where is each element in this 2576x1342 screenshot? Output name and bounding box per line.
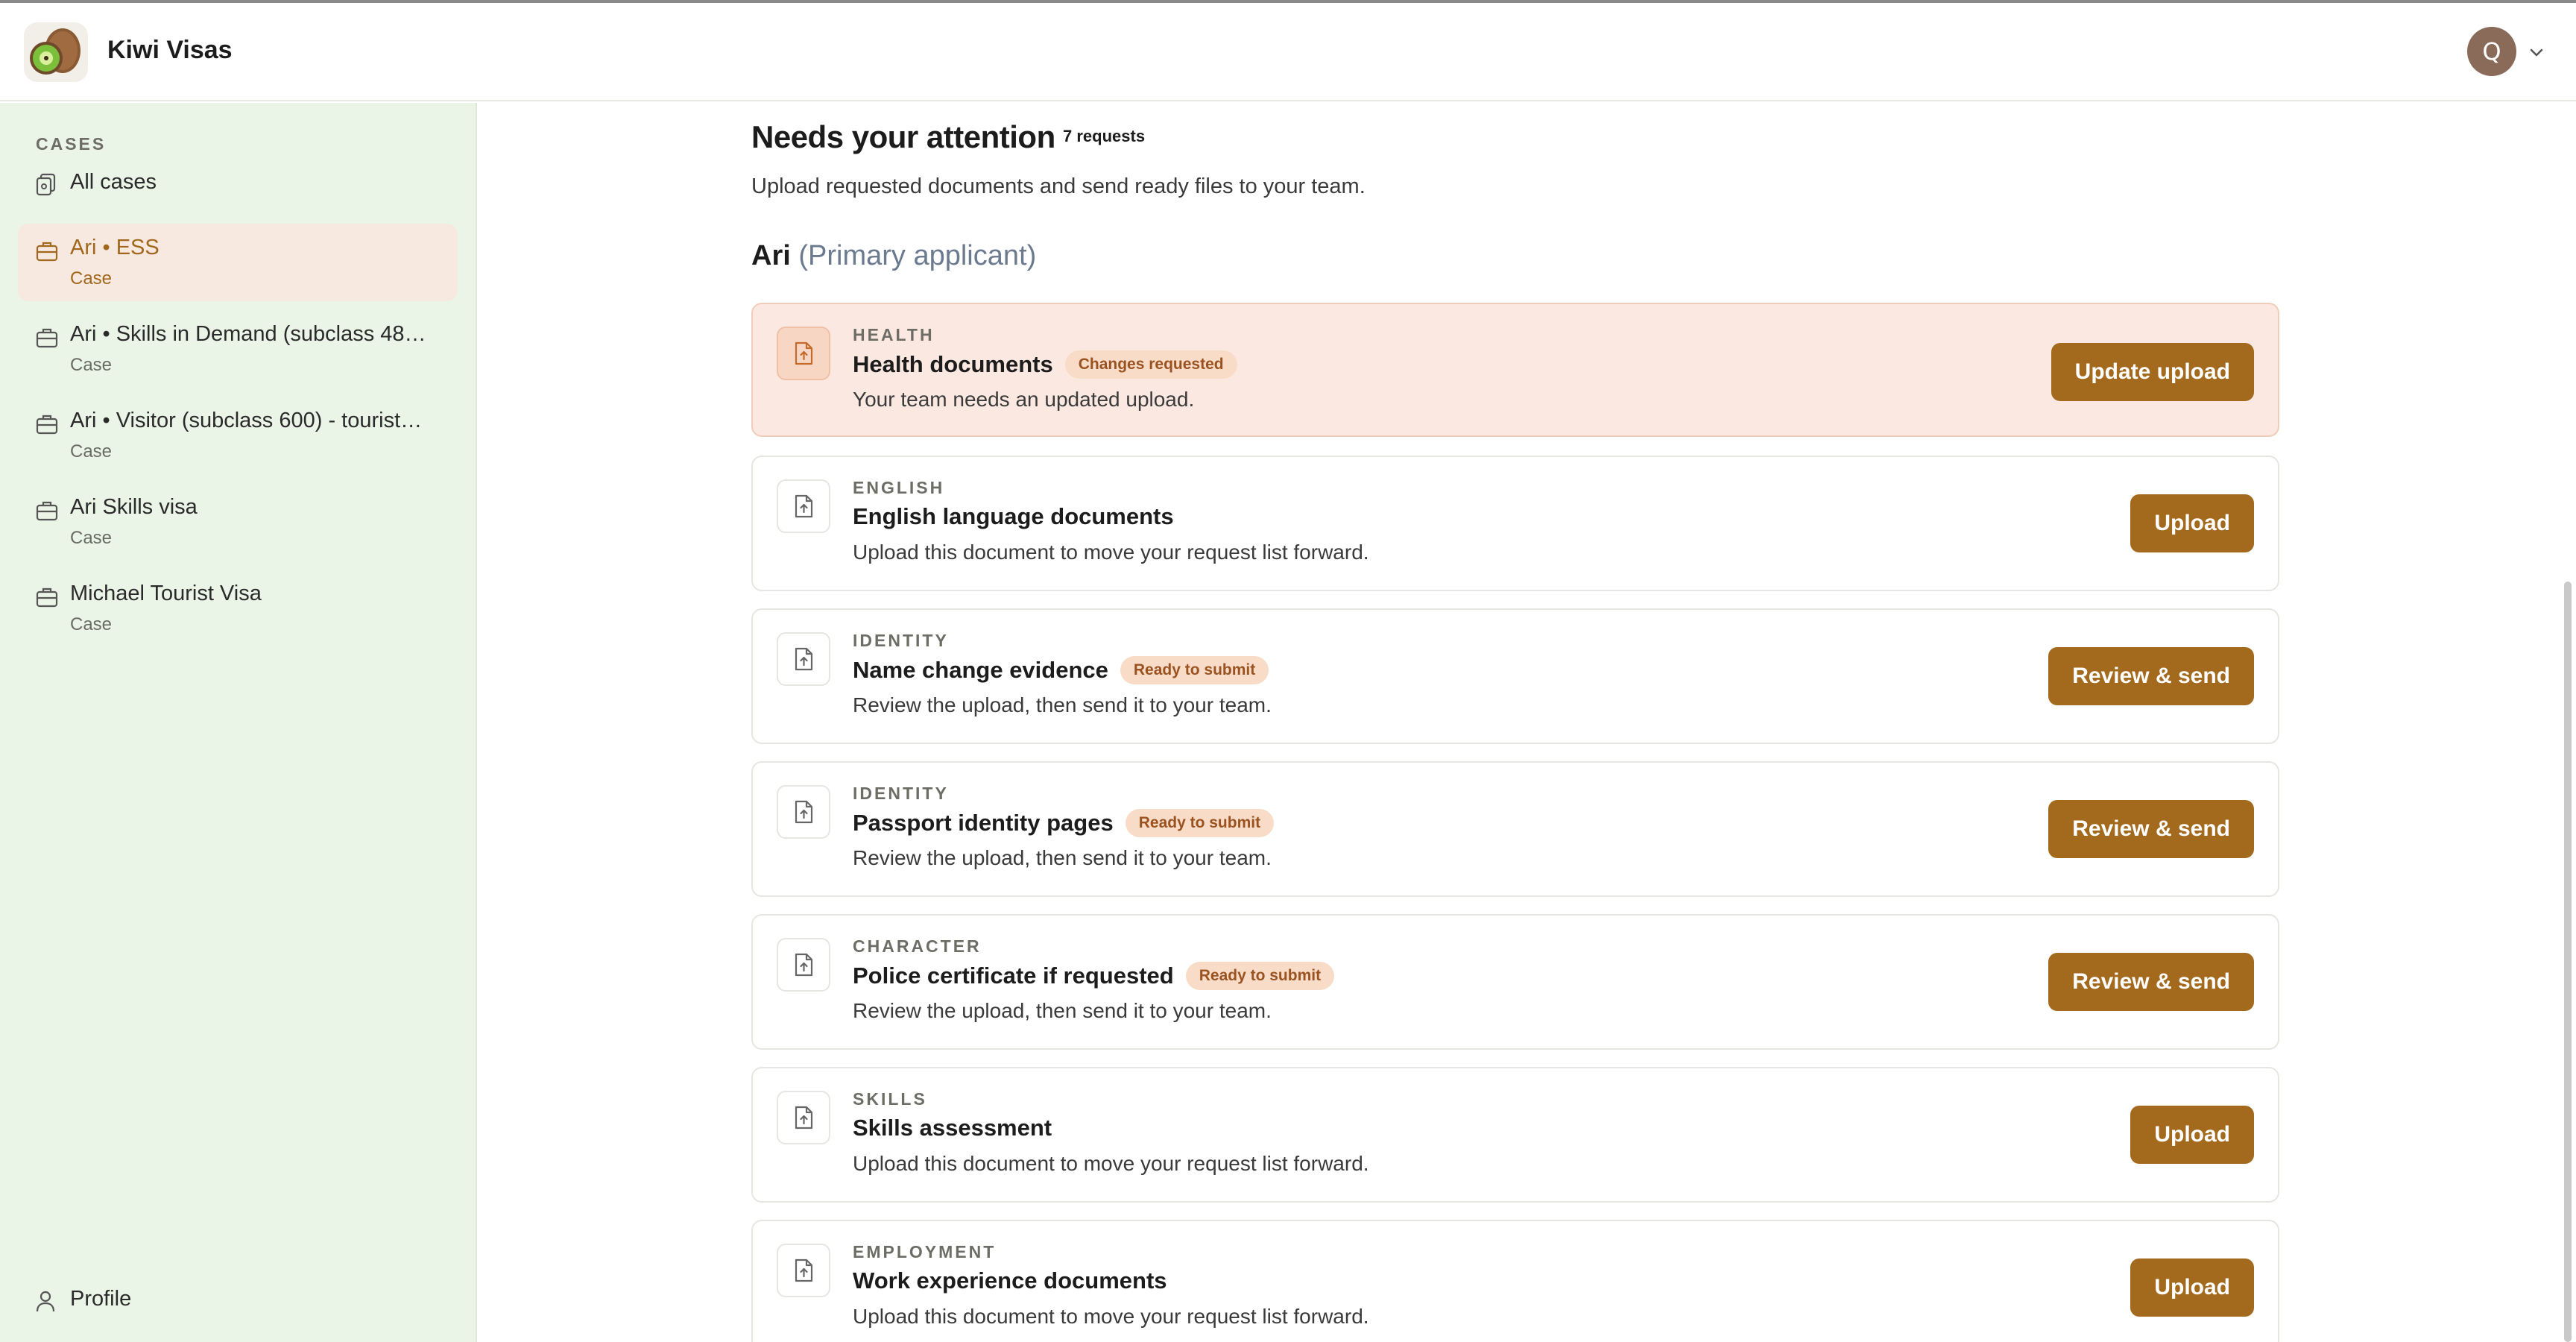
applicant-heading: Ari (Primary applicant)	[751, 240, 1036, 272]
request-card: ENGLISH English language documents Upload …	[751, 456, 2279, 591]
sidebar-item-label: Ari • Visitor (subclass 600) - tourist…	[70, 409, 423, 432]
sidebar-item-sub: Case	[70, 528, 113, 548]
request-title: Health documents Changes requested	[853, 350, 1237, 379]
request-category: HEALTH	[853, 325, 935, 344]
request-title-text: English language documents	[853, 503, 1174, 529]
request-title: Police certificate if requested Ready to …	[853, 962, 1335, 990]
request-description: Your team needs an updated upload.	[853, 388, 1195, 411]
request-category: IDENTITY	[853, 631, 949, 650]
page-title: Needs your attention	[751, 119, 1055, 154]
chevron-down-icon[interactable]	[2525, 42, 2548, 64]
request-description: Upload this document to move your reques…	[853, 541, 1369, 564]
user-icon	[36, 1291, 55, 1312]
page-subtitle: Upload requested documents and send read…	[751, 174, 1366, 198]
request-category: IDENTITY	[853, 784, 949, 803]
request-title-text: Police certificate if requested	[853, 963, 1174, 989]
status-badge: Ready to submit	[1125, 809, 1275, 837]
sidebar-item-label: Ari • ESS	[70, 236, 160, 259]
request-title: Skills assessment	[853, 1115, 1052, 1141]
sidebar-item-label: Michael Tourist Visa	[70, 582, 262, 605]
sidebar-item-michael-tourist-visa[interactable]: Michael Tourist Visa Case	[18, 570, 458, 647]
applicant-role: (Primary applicant)	[798, 240, 1037, 271]
request-title: Name change evidence Ready to submit	[853, 656, 1269, 684]
request-count: 7 requests	[1063, 127, 1146, 145]
sidebar-section-label: CASES	[36, 134, 107, 154]
cases-icon	[36, 173, 56, 196]
status-badge: Changes requested	[1064, 350, 1237, 379]
sidebar-item-ari-skills-in-demand[interactable]: Ari • Skills in Demand (subclass 48… Cas…	[18, 310, 458, 388]
request-card: SKILLS Skills assessment Upload this docum…	[751, 1067, 2279, 1203]
upload-button[interactable]: Upload	[2130, 1258, 2254, 1317]
applicant-name: Ari	[751, 240, 791, 271]
avatar[interactable]: Q	[2467, 27, 2516, 76]
briefcase-icon	[36, 501, 58, 521]
request-card: EMPLOYMENT Work experience documents Uploa…	[751, 1220, 2279, 1342]
review-send-button[interactable]: Review & send	[2048, 953, 2254, 1011]
profile-label: Profile	[70, 1287, 132, 1311]
request-title-text: Work experience documents	[853, 1267, 1167, 1294]
document-upload-icon	[777, 1244, 830, 1297]
sidebar-item-ari-skills-visa[interactable]: Ari Skills visa Case	[18, 483, 458, 561]
sidebar-item-label: All cases	[70, 170, 157, 194]
request-card: HEALTH Health documents Changes requested Y…	[751, 303, 2279, 437]
review-send-button[interactable]: Review & send	[2048, 800, 2254, 858]
sidebar-item-all-cases[interactable]: All cases	[18, 160, 458, 207]
document-upload-icon	[777, 785, 830, 839]
request-category: EMPLOYMENT	[853, 1242, 997, 1261]
status-badge: Ready to submit	[1185, 962, 1335, 990]
document-upload-icon	[777, 327, 830, 380]
sidebar-item-ari-ess[interactable]: Ari • ESS Case	[18, 224, 458, 301]
sidebar-item-sub: Case	[70, 268, 113, 289]
upload-button[interactable]: Upload	[2130, 494, 2254, 552]
briefcase-icon	[36, 328, 58, 348]
request-description: Review the upload, then send it to your …	[853, 999, 1272, 1022]
request-title: Passport identity pages Ready to submit	[853, 809, 1275, 837]
request-description: Upload this document to move your reques…	[853, 1152, 1369, 1175]
sidebar-item-sub: Case	[70, 441, 113, 461]
document-upload-icon	[777, 479, 830, 533]
update-upload-button[interactable]: Update upload	[2051, 343, 2254, 401]
sidebar-item-label: Ari Skills visa	[70, 495, 198, 519]
sidebar: CASES All cases Ari • ESS Case Ari • Ski…	[0, 103, 477, 1342]
document-upload-icon	[777, 938, 830, 992]
status-badge: Ready to submit	[1120, 656, 1269, 684]
request-card: IDENTITY Name change evidence Ready to sub…	[751, 608, 2279, 744]
kiwi-logo-icon[interactable]	[24, 22, 88, 82]
request-title-text: Skills assessment	[853, 1115, 1052, 1141]
briefcase-icon	[36, 415, 58, 435]
request-category: CHARACTER	[853, 936, 982, 956]
scrollbar-thumb[interactable]	[2564, 582, 2572, 1342]
request-card: CHARACTER Police certificate if requested…	[751, 914, 2279, 1050]
request-title-text: Health documents	[853, 351, 1053, 377]
upload-button[interactable]: Upload	[2130, 1106, 2254, 1164]
document-upload-icon	[777, 1091, 830, 1144]
review-send-button[interactable]: Review & send	[2048, 647, 2254, 705]
sidebar-item-sub: Case	[70, 614, 113, 634]
request-title: Work experience documents	[853, 1267, 1167, 1294]
request-category: SKILLS	[853, 1089, 927, 1109]
request-category: ENGLISH	[853, 478, 945, 497]
request-description: Upload this document to move your reques…	[853, 1305, 1369, 1328]
sidebar-item-ari-visitor[interactable]: Ari • Visitor (subclass 600) - tourist… …	[18, 397, 458, 474]
sidebar-item-sub: Case	[70, 355, 113, 375]
request-description: Review the upload, then send it to your …	[853, 846, 1272, 869]
request-card: IDENTITY Passport identity pages Ready to …	[751, 761, 2279, 897]
app-header: Kiwi Visas Q	[0, 3, 2576, 101]
briefcase-icon	[36, 242, 58, 262]
sidebar-item-label: Ari • Skills in Demand (subclass 48…	[70, 322, 426, 346]
request-description: Review the upload, then send it to your …	[853, 693, 1272, 716]
request-title: English language documents	[853, 503, 1174, 530]
app-title: Kiwi Visas	[107, 36, 233, 64]
request-title-text: Name change evidence	[853, 657, 1108, 683]
briefcase-icon	[36, 587, 58, 608]
request-title-text: Passport identity pages	[853, 810, 1114, 836]
document-upload-icon	[777, 632, 830, 686]
